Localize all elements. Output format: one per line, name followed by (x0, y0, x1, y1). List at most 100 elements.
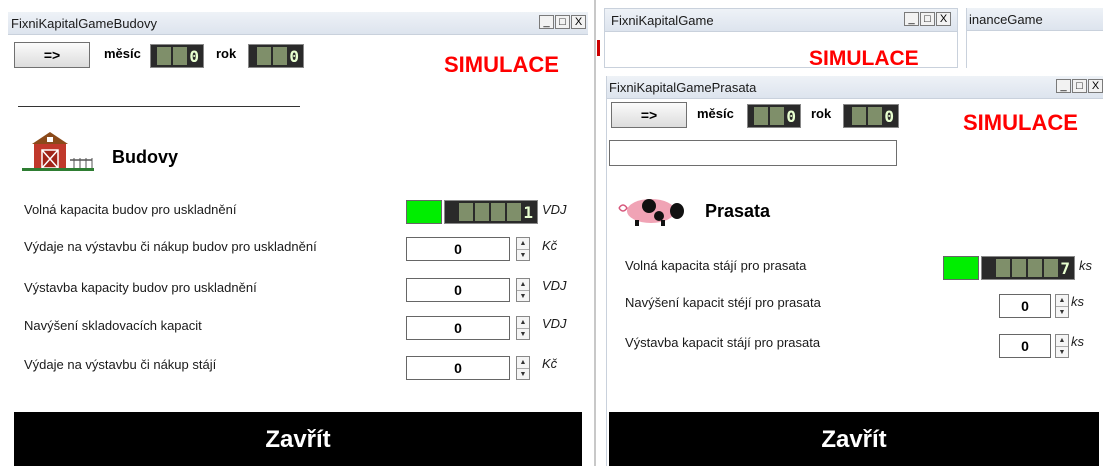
simulation-label: SIMULACE (963, 110, 1078, 135)
row-label: Výdaje na výstavbu či nákup stájí (24, 357, 217, 372)
row-label: Navýšení kapacit stéjí pro prasata (625, 295, 821, 310)
unit-label: VDJ (542, 202, 567, 217)
year-value: 0 (289, 46, 299, 66)
row-label: Výstavba kapacit stájí pro prasata (625, 335, 821, 350)
month-value: 0 (786, 106, 796, 126)
spin-up-icon[interactable]: ▲ (517, 317, 529, 329)
unit-label: VDJ (542, 316, 567, 331)
budovy-window: FixniKapitalGameBudovy _ □ X => měsíc 0 … (8, 12, 588, 466)
month-label: měsíc (697, 106, 734, 121)
capacity-value: 7 (1060, 258, 1070, 278)
stable-increase-input[interactable]: 0 (999, 294, 1051, 318)
spinner[interactable]: ▲ ▼ (516, 237, 530, 261)
budovy-window-title: FixniKapitalGameBudovy (11, 16, 157, 31)
spin-down-icon[interactable]: ▼ (1056, 347, 1068, 358)
unit-label: ks (1071, 294, 1084, 309)
unit-label: Kč (542, 356, 558, 371)
maximize-button[interactable]: □ (1072, 79, 1087, 93)
close-button[interactable]: Zavřít (14, 412, 582, 466)
year-label: rok (216, 46, 237, 61)
close-window-button[interactable]: X (571, 15, 586, 29)
maximize-button[interactable]: □ (555, 15, 570, 29)
lcd-segment (1012, 259, 1027, 277)
lcd-segment (868, 107, 883, 125)
window-edge-marker (597, 40, 600, 56)
prasata-window-controls: _ □ X (1055, 79, 1103, 95)
text-input[interactable] (609, 140, 897, 166)
capacity-display: 1 (444, 200, 538, 224)
spinner[interactable]: ▲ ▼ (516, 356, 530, 380)
minimize-button[interactable]: _ (1056, 79, 1071, 93)
row-label: Volná kapacita stájí pro prasata (625, 258, 807, 273)
back-window-title: FixniKapitalGame (611, 13, 714, 28)
spin-up-icon[interactable]: ▲ (517, 357, 529, 369)
back-window-controls: _ □ X (903, 12, 951, 28)
budovy-window-controls: _ □ X (538, 15, 586, 31)
minimize-button[interactable]: _ (904, 12, 919, 26)
spin-up-icon[interactable]: ▲ (1056, 335, 1068, 347)
divider (18, 106, 300, 107)
spin-up-icon[interactable]: ▲ (517, 279, 529, 291)
close-window-button[interactable]: X (1088, 79, 1103, 93)
month-display: 0 (150, 44, 204, 68)
lcd-segment (770, 107, 785, 125)
lcd-segment (157, 47, 172, 65)
capacity-indicator (943, 256, 979, 280)
window-separator (594, 0, 596, 466)
next-button[interactable]: => (14, 42, 90, 68)
maximize-button[interactable]: □ (920, 12, 935, 26)
unit-label: ks (1079, 258, 1092, 273)
capacity-display: 7 (981, 256, 1075, 280)
month-display: 0 (747, 104, 801, 128)
year-label: rok (811, 106, 832, 121)
lcd-segment (996, 259, 1011, 277)
spin-down-icon[interactable]: ▼ (517, 291, 529, 302)
month-value: 0 (189, 46, 199, 66)
back-titlebar[interactable]: FixniKapitalGame _ □ X (605, 9, 957, 32)
prasata-window: FixniKapitalGamePrasata _ □ X => měsíc 0… (606, 76, 1103, 466)
spin-up-icon[interactable]: ▲ (1056, 295, 1068, 307)
far-window: inanceGame (966, 8, 1103, 68)
year-value: 0 (884, 106, 894, 126)
spinner[interactable]: ▲ ▼ (516, 278, 530, 302)
budovy-titlebar[interactable]: FixniKapitalGameBudovy _ □ X (8, 12, 588, 35)
close-button[interactable]: Zavřít (609, 412, 1099, 466)
lcd-segment (507, 203, 522, 221)
spin-down-icon[interactable]: ▼ (517, 369, 529, 380)
lcd-segment (173, 47, 188, 65)
next-button[interactable]: => (611, 102, 687, 128)
pig-icon (618, 199, 684, 226)
spinner[interactable]: ▲ ▼ (1055, 334, 1069, 358)
spin-up-icon[interactable]: ▲ (517, 238, 529, 250)
far-window-title: inanceGame (969, 12, 1043, 27)
storage-increase-input[interactable]: 0 (406, 316, 510, 340)
row-label: Navýšení skladovacích kapacit (24, 318, 202, 333)
simulation-label: SIMULACE (444, 52, 559, 77)
far-titlebar[interactable]: inanceGame (967, 8, 1103, 31)
row-label: Výstavba kapacity budov pro uskladnění (24, 280, 257, 295)
capacity-indicator (406, 200, 442, 224)
back-window: FixniKapitalGame _ □ X SIMULACE (604, 8, 958, 68)
lcd-segment (491, 203, 506, 221)
spin-down-icon[interactable]: ▼ (1056, 307, 1068, 318)
stable-build-input[interactable]: 0 (999, 334, 1051, 358)
month-label: měsíc (104, 46, 141, 61)
stable-expense-input[interactable]: 0 (406, 356, 510, 380)
minimize-button[interactable]: _ (539, 15, 554, 29)
spin-down-icon[interactable]: ▼ (517, 250, 529, 261)
capacity-build-input[interactable]: 0 (406, 278, 510, 302)
spinner[interactable]: ▲ ▼ (516, 316, 530, 340)
lcd-segment (257, 47, 272, 65)
lcd-segment (1028, 259, 1043, 277)
lcd-segment (459, 203, 474, 221)
lcd-segment (852, 107, 867, 125)
close-window-button[interactable]: X (936, 12, 951, 26)
barn-icon (22, 132, 94, 171)
row-label: Volná kapacita budov pro uskladnění (24, 202, 237, 217)
section-title: Prasata (705, 201, 771, 221)
spinner[interactable]: ▲ ▼ (1055, 294, 1069, 318)
prasata-titlebar[interactable]: FixniKapitalGamePrasata _ □ X (607, 76, 1103, 99)
unit-label: ks (1071, 334, 1084, 349)
expense-input[interactable]: 0 (406, 237, 510, 261)
spin-down-icon[interactable]: ▼ (517, 329, 529, 340)
